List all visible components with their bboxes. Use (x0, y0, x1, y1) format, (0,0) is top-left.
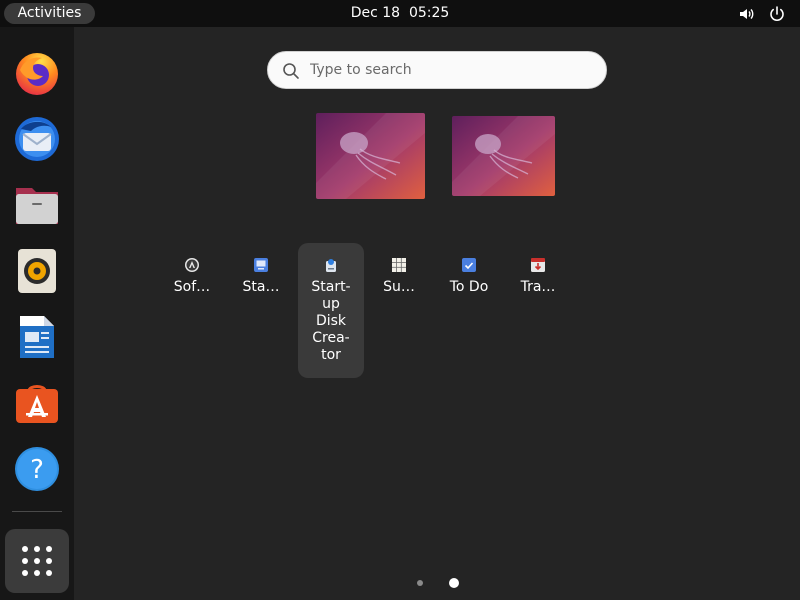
app-to-do[interactable]: To Do (436, 243, 502, 296)
app-software-updater[interactable]: Sof… (159, 243, 225, 296)
search-input[interactable] (308, 58, 588, 82)
software-store-icon (16, 385, 58, 423)
writer-icon (20, 316, 54, 358)
dock-item-firefox[interactable] (10, 46, 64, 100)
page-indicator (74, 577, 800, 589)
search-box[interactable] (267, 51, 607, 89)
dock-item-thunderbird[interactable] (10, 112, 64, 166)
clock-time: 05:25 (408, 5, 450, 21)
dock: ? (0, 27, 74, 600)
clock-button[interactable]: Dec 18 05:25 (351, 5, 450, 21)
svg-text:?: ? (30, 455, 44, 485)
startup-apps-icon (254, 258, 268, 272)
system-tray[interactable] (738, 4, 786, 23)
page-dot-2-active[interactable] (449, 578, 459, 588)
app-label: Su… (383, 279, 415, 295)
startup-disk-creator-icon (326, 259, 336, 272)
app-label: To Do (449, 279, 489, 295)
app-transmission[interactable]: Tra… (505, 243, 571, 296)
top-bar: Activities Dec 18 05:25 (0, 0, 800, 27)
app-label: Start-up Disk Crea-tor (311, 279, 351, 363)
firefox-icon (16, 53, 58, 95)
clock-date: Dec 18 (350, 5, 401, 21)
clock: Dec 18 05:25 (0, 0, 800, 27)
workspace-thumbnail-2[interactable] (452, 116, 555, 196)
dock-item-software[interactable] (10, 376, 64, 430)
app-label: Sof… (173, 279, 211, 295)
overview: Sof… Sta… Start-upDiskCrea-tor Su… (74, 27, 800, 600)
page-dot-1[interactable] (417, 580, 423, 586)
wallpaper-jellyfish-thumbnail (452, 116, 555, 196)
activities-button[interactable]: Activities (4, 3, 95, 24)
dock-item-files[interactable] (10, 178, 64, 232)
show-apps-button[interactable] (5, 529, 69, 593)
help-icon: ? (15, 447, 59, 491)
todo-icon (462, 258, 476, 272)
app-label: Sta… (242, 279, 280, 295)
app-sudoku[interactable]: Su… (366, 243, 432, 296)
dock-item-rhythmbox[interactable] (10, 244, 64, 298)
dock-separator (12, 511, 62, 512)
files-icon (16, 188, 58, 224)
sudoku-icon (392, 258, 406, 272)
search-icon (283, 63, 299, 79)
app-startup-disk-creator[interactable]: Start-up Disk Crea-tor (298, 243, 364, 378)
software-updater-icon (185, 258, 199, 272)
power-icon[interactable] (768, 5, 786, 23)
transmission-icon (531, 258, 545, 272)
app-grid-icon (22, 546, 52, 576)
wallpaper-jellyfish-thumbnail (316, 113, 425, 199)
dock-item-help[interactable]: ? (10, 442, 64, 496)
workspace-thumbnail-1[interactable] (316, 113, 425, 199)
app-startup-applications[interactable]: Sta… (228, 243, 294, 296)
thunderbird-icon (15, 117, 59, 161)
volume-icon[interactable] (738, 5, 756, 23)
dock-item-writer[interactable] (10, 310, 64, 364)
rhythmbox-icon (18, 249, 56, 293)
app-label: Tra… (520, 279, 556, 295)
